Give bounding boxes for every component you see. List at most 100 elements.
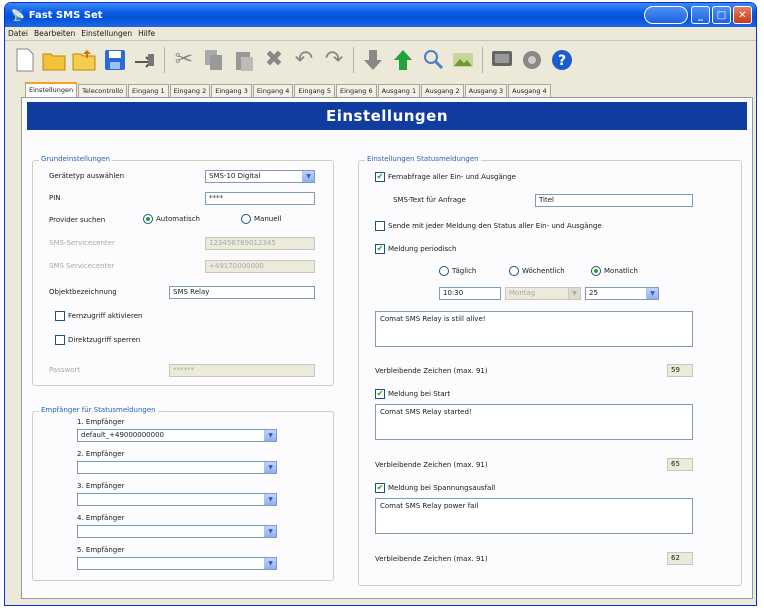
service-field: +49170000000 [205, 260, 315, 273]
empfaenger-3-label: 3. Empfänger [77, 482, 125, 490]
spannung-textarea[interactable]: Comat SMS Relay power fail [375, 498, 693, 534]
tab-ausgang-4[interactable]: Ausgang 4 [508, 84, 551, 97]
window-extra-button[interactable] [644, 6, 688, 24]
redo-icon[interactable]: ↷ [320, 45, 348, 75]
group-title: Empfänger für Statusmeldungen [39, 406, 158, 414]
open-folder-icon[interactable] [41, 45, 69, 75]
delete-icon[interactable]: ✖ [260, 45, 288, 75]
tab-strip: Einstellungen Telecontrollo Eingang 1 Ei… [25, 81, 552, 97]
statusmeldungen-group: Einstellungen Statusmeldungen ✔ Fernabfra… [358, 155, 742, 586]
sms-text-label: SMS-Text für Anfrage [393, 196, 466, 204]
char-counter: 59 [667, 364, 693, 377]
spannung-checkbox[interactable]: ✔ Meldung bei Spannungsausfall [375, 483, 495, 493]
direktzugriff-checkbox[interactable]: Direktzugriff sperren [55, 335, 140, 345]
tab-eingang-1[interactable]: Eingang 1 [128, 84, 169, 97]
gear-icon[interactable] [518, 45, 546, 75]
menu-bearbeiten[interactable]: Bearbeiten [34, 29, 75, 38]
new-file-icon[interactable] [11, 45, 39, 75]
radio-label: Wöchentlich [522, 267, 565, 275]
menu-hilfe[interactable]: Hilfe [138, 29, 155, 38]
save-icon[interactable] [101, 45, 129, 75]
service-label: SMS Servicecenter [49, 262, 115, 270]
close-button[interactable]: ✕ [733, 6, 752, 24]
group-title: Grundeinstellungen [39, 155, 112, 163]
tab-eingang-4[interactable]: Eingang 4 [252, 84, 294, 97]
radio-dot [591, 266, 601, 276]
toolbar: ✂ ✖ ↶ ↷ ? [11, 43, 576, 77]
radio-dot [439, 266, 449, 276]
start-textarea[interactable]: Comat SMS Relay started! [375, 404, 693, 440]
chevron-down-icon: ▼ [264, 430, 276, 441]
chevron-down-icon: ▼ [264, 494, 276, 505]
woechentlich-radio[interactable]: Wöchentlich [509, 266, 565, 276]
radio-label: Automatisch [156, 215, 200, 223]
provider-auto-radio[interactable]: Automatisch [143, 214, 200, 224]
empfaenger-5-select[interactable]: ▼ [77, 557, 277, 570]
tab-einstellungen[interactable]: Einstellungen [25, 82, 78, 97]
radio-dot [241, 214, 251, 224]
download-icon[interactable] [359, 45, 387, 75]
page-title: Einstellungen [27, 102, 747, 130]
pin-field[interactable]: **** [205, 192, 315, 205]
verbleibend-label: Verbleibende Zeichen (max. 91) [375, 555, 488, 563]
copy-icon[interactable] [200, 45, 228, 75]
checkbox-box [375, 221, 385, 231]
empfaenger-4-select[interactable]: ▼ [77, 525, 277, 538]
checkbox-label: Meldung periodisch [388, 245, 457, 253]
tab-eingang-5[interactable]: Eingang 5 [294, 84, 336, 97]
empfaenger-4-label: 4. Empfänger [77, 514, 125, 522]
monitor-icon[interactable] [488, 45, 516, 75]
upload-icon[interactable] [389, 45, 417, 75]
empfaenger-2-select[interactable]: ▼ [77, 461, 277, 474]
maximize-button[interactable]: □ [712, 6, 731, 24]
empfaenger-3-select[interactable]: ▼ [77, 493, 277, 506]
tab-eingang-2[interactable]: Eingang 2 [169, 84, 211, 97]
help-icon[interactable]: ? [548, 45, 576, 75]
tag-select[interactable]: 25 ▼ [585, 287, 659, 300]
taeglich-radio[interactable]: Täglich [439, 266, 476, 276]
periodisch-checkbox[interactable]: ✔ Meldung periodisch [375, 244, 456, 254]
checkbox-box [55, 335, 65, 345]
checkbox-label: Fernabfrage aller Ein- und Ausgänge [388, 173, 516, 181]
tab-ausgang-1[interactable]: Ausgang 1 [377, 84, 421, 97]
radio-label: Täglich [452, 267, 477, 275]
sms-text-field[interactable]: Titel [535, 194, 693, 207]
tab-telecontrollo[interactable]: Telecontrollo [78, 84, 128, 97]
fernabfrage-checkbox[interactable]: ✔ Fernabfrage aller Ein- und Ausgänge [375, 172, 516, 182]
tag-value: 25 [589, 289, 598, 297]
menu-einstellungen[interactable]: Einstellungen [81, 29, 132, 38]
paste-icon[interactable] [230, 45, 258, 75]
send-icon[interactable] [131, 45, 159, 75]
wochentag-select: Montag ▼ [505, 287, 581, 300]
periodisch-textarea[interactable]: Comat SMS Relay is still alive! [375, 311, 693, 347]
provider-manual-radio[interactable]: Manuell [241, 214, 281, 224]
empfaenger-1-select[interactable]: default_+49000000000 ▼ [77, 429, 277, 442]
monatlich-radio[interactable]: Monatlich [591, 266, 638, 276]
passwort-field: ****** [169, 364, 315, 377]
senden-checkbox[interactable]: Sende mit jeder Meldung den Status aller… [375, 221, 602, 231]
pin-label: PIN [49, 194, 61, 202]
chevron-down-icon: ▼ [302, 171, 314, 182]
menu-datei[interactable]: Datei [8, 29, 28, 38]
checkbox-label: Fernzugriff aktivieren [68, 312, 143, 320]
tab-eingang-3[interactable]: Eingang 3 [211, 84, 252, 97]
start-checkbox[interactable]: ✔ Meldung bei Start [375, 389, 450, 399]
fernzugriff-checkbox[interactable]: Fernzugriff aktivieren [55, 311, 142, 321]
tab-ausgang-2[interactable]: Ausgang 2 [421, 84, 464, 97]
zeit-field[interactable]: 10:30 [439, 287, 501, 300]
image-icon[interactable] [449, 45, 477, 75]
open-folder-alt-icon[interactable] [71, 45, 99, 75]
empfaenger-5-label: 5. Empfänger [77, 546, 125, 554]
minimize-button[interactable]: _ [691, 6, 710, 24]
geraet-select[interactable]: SMS-10 Digital ▼ [205, 170, 315, 183]
search-icon[interactable] [419, 45, 447, 75]
checkbox-box: ✔ [375, 172, 385, 182]
objekt-field[interactable]: SMS Relay [169, 286, 315, 299]
undo-icon[interactable]: ↶ [290, 45, 318, 75]
checkbox-box: ✔ [375, 483, 385, 493]
checkbox-box: ✔ [375, 244, 385, 254]
cut-icon[interactable]: ✂ [170, 45, 198, 75]
tab-eingang-6[interactable]: Eingang 6 [336, 84, 377, 97]
tab-ausgang-3[interactable]: Ausgang 3 [464, 84, 508, 97]
verbleibend-label: Verbleibende Zeichen (max. 91) [375, 367, 488, 375]
